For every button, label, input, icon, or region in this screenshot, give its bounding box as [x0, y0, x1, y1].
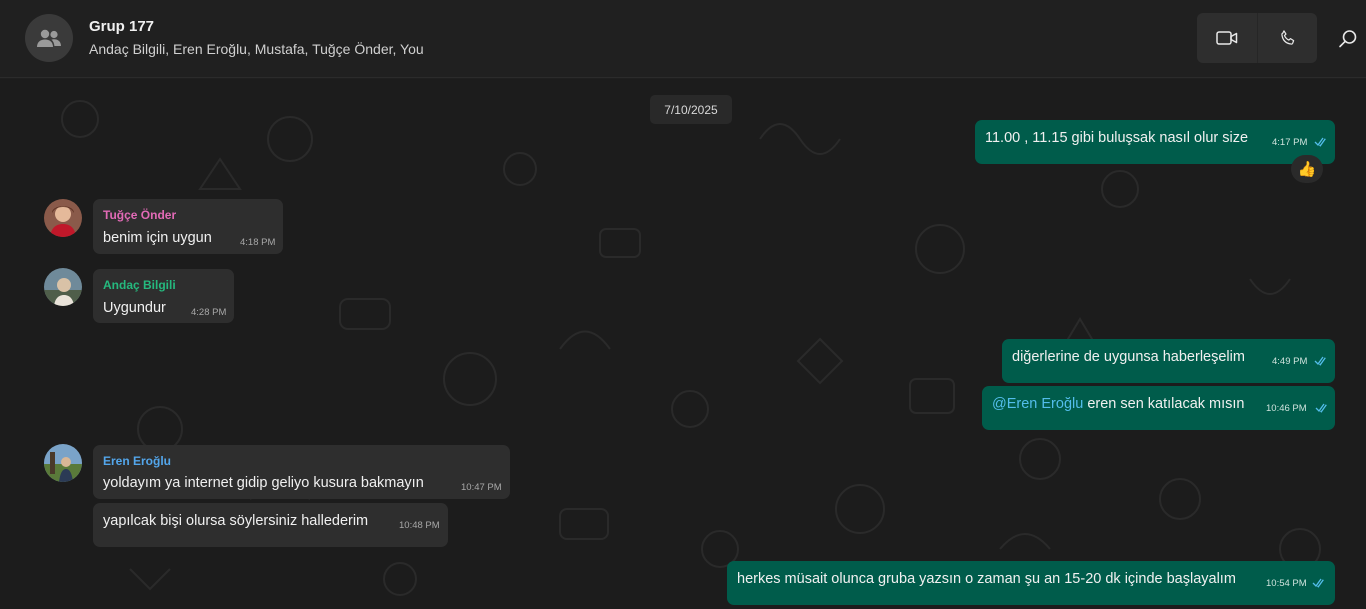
message-text: herkes müsait olunca gruba yazsın o zama…: [737, 571, 1236, 587]
message-text: @Eren Eroğlu eren sen katılacak mısın: [992, 396, 1244, 412]
user-photo-icon: [44, 268, 82, 306]
read-ticks-icon: [1314, 137, 1326, 147]
user-photo-icon: [44, 199, 82, 237]
voice-call-button[interactable]: [1257, 13, 1317, 63]
message-text: yapılcak bişi olursa söylersiniz hallede…: [103, 513, 369, 529]
message-bubble-outgoing[interactable]: @Eren Eroğlu eren sen katılacak mısın 10…: [982, 386, 1335, 430]
message-time: 10:48 PM: [399, 520, 440, 531]
search-icon: [1339, 30, 1357, 48]
message-text: diğerlerine de uygunsa haberleşelim: [1012, 349, 1245, 365]
avatar[interactable]: [44, 444, 82, 482]
reaction-badge[interactable]: 👍: [1291, 155, 1323, 183]
message-time: 4:49 PM: [1272, 356, 1308, 367]
user-photo-icon: [44, 444, 82, 482]
message-bubble-incoming[interactable]: Tuğçe Önder benim için uygun 4:18 PM: [93, 199, 283, 254]
chat-header: Grup 177 Andaç Bilgili, Eren Eroğlu, Mus…: [0, 0, 1366, 78]
message-bubble-incoming[interactable]: Eren Eroğlu yoldayım ya internet gidip g…: [93, 445, 510, 499]
read-ticks-icon: [1314, 356, 1326, 366]
whatsapp-window: Grup 177 Andaç Bilgili, Eren Eroğlu, Mus…: [0, 0, 1366, 609]
call-buttons: [1197, 13, 1317, 63]
message-time: 10:47 PM: [461, 482, 502, 493]
video-call-icon: [1216, 31, 1238, 45]
message-text: Uygundur: [103, 300, 166, 316]
read-ticks-icon: [1312, 578, 1324, 588]
message-bubble-incoming[interactable]: Andaç Bilgili Uygundur 4:28 PM: [93, 269, 234, 323]
message-text: 11.00 , 11.15 gibi buluşsak nasıl olur s…: [985, 130, 1249, 146]
group-icon: [37, 29, 61, 47]
search-button[interactable]: [1334, 24, 1362, 54]
group-avatar[interactable]: [25, 14, 73, 62]
date-separator: 7/10/2025: [650, 95, 732, 124]
read-ticks-icon: [1315, 403, 1327, 413]
group-members[interactable]: Andaç Bilgili, Eren Eroğlu, Mustafa, Tuğ…: [89, 41, 424, 57]
message-time: 4:17 PM: [1272, 137, 1308, 148]
sender-name: Eren Eroğlu: [103, 454, 172, 468]
message-text: benim için uygun: [103, 230, 212, 246]
message-bubble-outgoing[interactable]: herkes müsait olunca gruba yazsın o zama…: [727, 561, 1335, 605]
message-bubble-outgoing[interactable]: diğerlerine de uygunsa haberleşelim 4:49…: [1002, 339, 1335, 383]
message-time: 10:54 PM: [1266, 578, 1307, 589]
video-call-button[interactable]: [1197, 13, 1257, 63]
message-text-body: eren sen katılacak mısın: [1083, 396, 1245, 412]
mention-link[interactable]: @Eren Eroğlu: [992, 396, 1083, 412]
avatar[interactable]: [44, 199, 82, 237]
avatar[interactable]: [44, 268, 82, 306]
group-name[interactable]: Grup 177: [89, 18, 154, 35]
message-bubble-outgoing[interactable]: 11.00 , 11.15 gibi buluşsak nasıl olur s…: [975, 120, 1335, 164]
message-bubble-incoming[interactable]: yapılcak bişi olursa söylersiniz hallede…: [93, 503, 448, 547]
message-time: 4:28 PM: [191, 307, 227, 318]
phone-icon: [1280, 30, 1294, 45]
sender-name: Tuğçe Önder: [103, 208, 177, 222]
message-time: 10:46 PM: [1266, 403, 1307, 414]
message-text: yoldayım ya internet gidip geliyo kusura…: [103, 475, 424, 491]
message-time: 4:18 PM: [240, 237, 276, 248]
message-list[interactable]: 7/10/2025 11.00 , 11.15 gibi buluşsak na…: [0, 79, 1366, 609]
sender-name: Andaç Bilgili: [103, 278, 176, 292]
